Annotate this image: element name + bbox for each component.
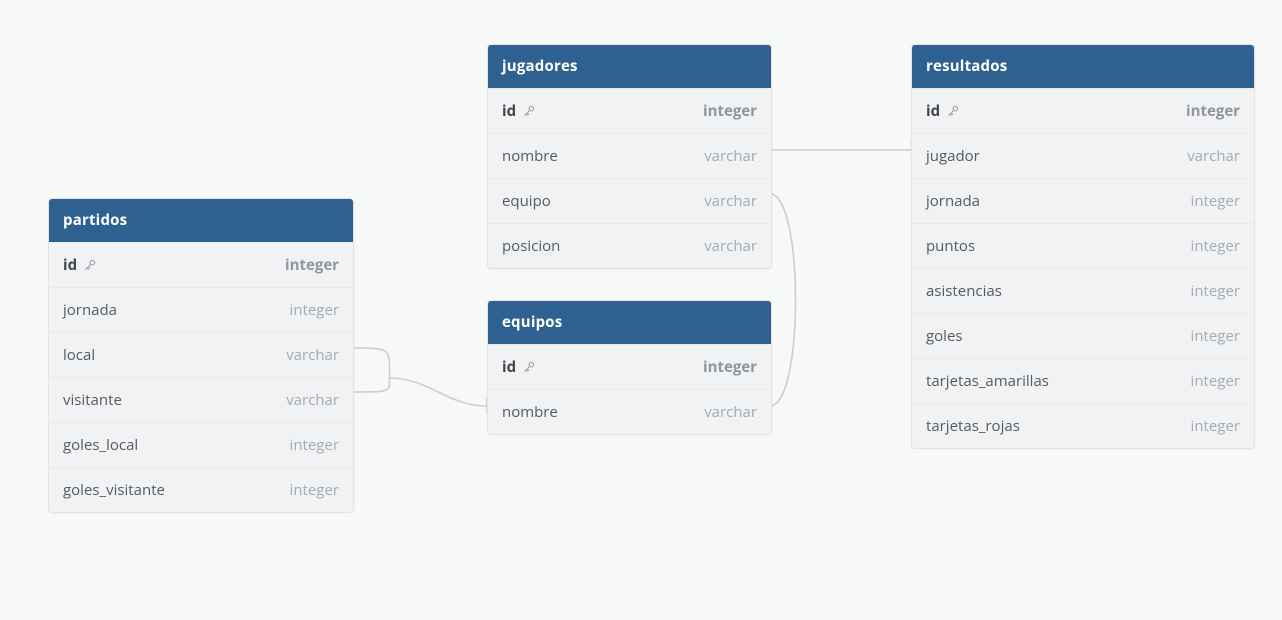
column-name: tarjetas_amarillas xyxy=(926,371,1049,391)
table-partidos[interactable]: partidos id integer jornada integer local varc… xyxy=(48,198,354,513)
column-name: id xyxy=(502,101,536,121)
column-type: varchar xyxy=(704,236,757,256)
column-row[interactable]: goles_local integer xyxy=(49,422,353,467)
column-name: nombre xyxy=(502,402,558,422)
column-name: tarjetas_rojas xyxy=(926,416,1020,436)
column-type: integer xyxy=(703,357,757,377)
column-name: equipo xyxy=(502,191,551,211)
column-type: varchar xyxy=(286,345,339,365)
column-name: nombre xyxy=(502,146,558,166)
table-header: partidos xyxy=(49,199,353,242)
column-type: varchar xyxy=(704,191,757,211)
erd-canvas: { "tables": [ { "id": "partidos", "title… xyxy=(0,0,1282,620)
column-type: integer xyxy=(290,435,339,455)
column-name: id xyxy=(502,357,536,377)
column-type: varchar xyxy=(286,390,339,410)
column-row[interactable]: tarjetas_rojas integer xyxy=(912,403,1254,448)
column-row[interactable]: puntos integer xyxy=(912,223,1254,268)
key-icon xyxy=(83,258,97,272)
column-type: integer xyxy=(703,101,757,121)
column-row[interactable]: tarjetas_amarillas integer xyxy=(912,358,1254,403)
column-row[interactable]: nombre varchar xyxy=(488,133,771,178)
column-row[interactable]: jornada integer xyxy=(49,287,353,332)
table-header: equipos xyxy=(488,301,771,344)
column-row[interactable]: posicion varchar xyxy=(488,223,771,268)
column-type: integer xyxy=(290,480,339,500)
table-jugadores[interactable]: jugadores id integer nombre varchar equipo var… xyxy=(487,44,772,269)
column-row[interactable]: id integer xyxy=(49,242,353,287)
column-name: jornada xyxy=(926,191,980,211)
table-header: jugadores xyxy=(488,45,771,88)
column-type: integer xyxy=(285,255,339,275)
column-name: jugador xyxy=(926,146,980,166)
column-type: varchar xyxy=(704,146,757,166)
column-row[interactable]: nombre varchar xyxy=(488,389,771,434)
table-header: resultados xyxy=(912,45,1254,88)
column-type: integer xyxy=(1186,101,1240,121)
key-icon xyxy=(946,104,960,118)
column-row[interactable]: equipo varchar xyxy=(488,178,771,223)
key-icon xyxy=(522,360,536,374)
column-name: local xyxy=(63,345,95,365)
column-type: integer xyxy=(1191,416,1240,436)
column-name: id xyxy=(63,255,97,275)
column-name: jornada xyxy=(63,300,117,320)
column-row[interactable]: id integer xyxy=(488,88,771,133)
column-name: id xyxy=(926,101,960,121)
column-name: goles_local xyxy=(63,435,138,455)
column-type: varchar xyxy=(704,402,757,422)
column-type: integer xyxy=(1191,236,1240,256)
column-row[interactable]: local varchar xyxy=(49,332,353,377)
column-type: integer xyxy=(1191,191,1240,211)
column-type: varchar xyxy=(1187,146,1240,166)
column-row[interactable]: jornada integer xyxy=(912,178,1254,223)
table-equipos[interactable]: equipos id integer nombre varchar xyxy=(487,300,772,435)
column-name: goles xyxy=(926,326,963,346)
column-row[interactable]: visitante varchar xyxy=(49,377,353,422)
key-icon xyxy=(522,104,536,118)
column-type: integer xyxy=(1191,281,1240,301)
column-name: asistencias xyxy=(926,281,1002,301)
column-row[interactable]: goles_visitante integer xyxy=(49,467,353,512)
column-row[interactable]: id integer xyxy=(488,344,771,389)
column-row[interactable]: id integer xyxy=(912,88,1254,133)
column-type: integer xyxy=(1191,371,1240,391)
column-name: goles_visitante xyxy=(63,480,165,500)
column-row[interactable]: asistencias integer xyxy=(912,268,1254,313)
column-row[interactable]: jugador varchar xyxy=(912,133,1254,178)
column-name: posicion xyxy=(502,236,560,256)
column-row[interactable]: goles integer xyxy=(912,313,1254,358)
column-type: integer xyxy=(290,300,339,320)
column-name: visitante xyxy=(63,390,122,410)
column-type: integer xyxy=(1191,326,1240,346)
table-resultados[interactable]: resultados id integer jugador varchar jornada… xyxy=(911,44,1255,449)
column-name: puntos xyxy=(926,236,975,256)
